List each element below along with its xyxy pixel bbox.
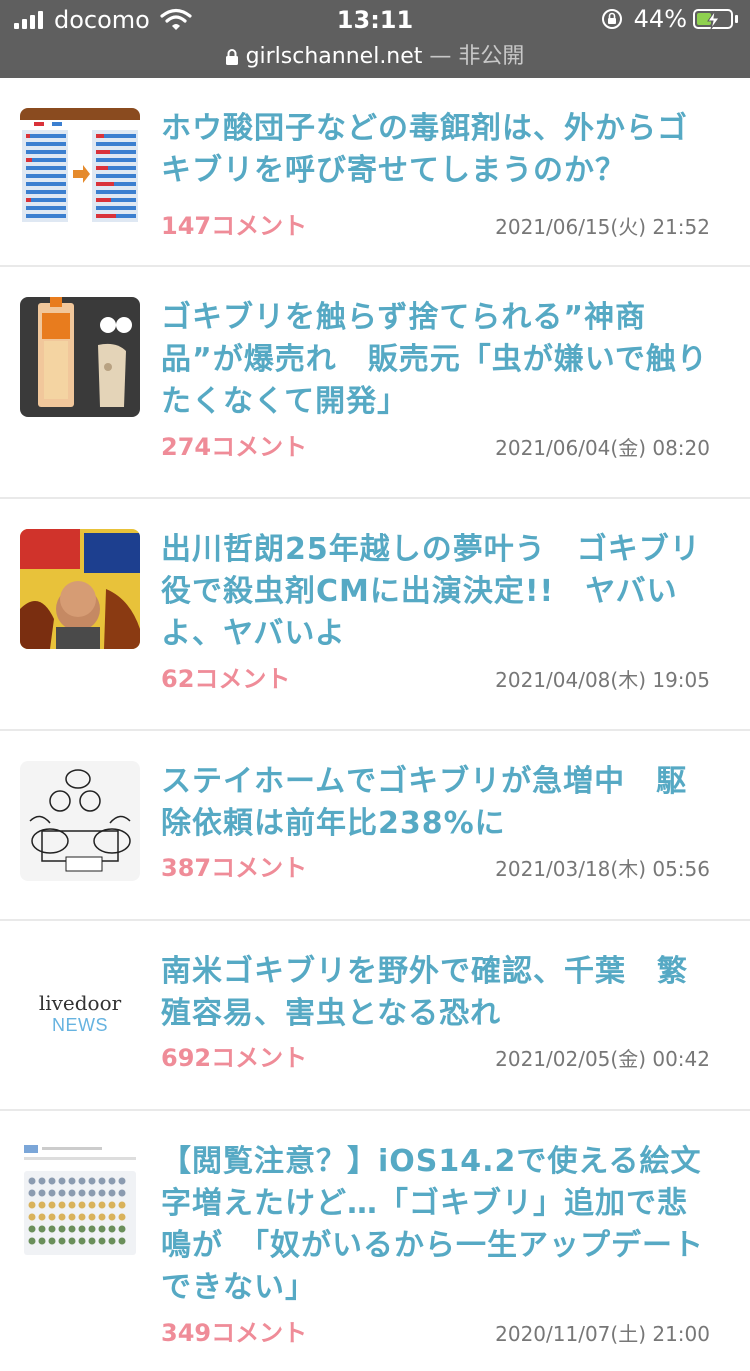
post-date: 2021/06/04(金) 08:20 (495, 436, 710, 460)
comment-count: 62コメント (161, 665, 291, 693)
post-date: 2021/06/15(火) 21:52 (495, 215, 710, 239)
url-bar[interactable]: girlschannel.net — 非公開 (0, 38, 750, 70)
article-item[interactable]: ステイホームでゴキブリが急増中 駆除依頼は前年比238%に 387コメント 20… (0, 731, 750, 921)
comment-count: 147コメント (161, 212, 308, 240)
livedoor-news-logo: livedoor NEWS (20, 951, 140, 1071)
lock-icon (225, 49, 238, 65)
charging-bolt-icon (707, 10, 720, 30)
comment-count: 274コメント (161, 433, 308, 461)
article-item[interactable]: livedoor NEWS 南米ゴキブリを野外で確認、千葉 繁殖容易、害虫となる… (0, 921, 750, 1111)
post-date: 2021/02/05(金) 00:42 (495, 1047, 710, 1071)
status-bar: docomo 13:11 44% girlschannel.net — 非公開 (0, 0, 750, 78)
battery-nub (735, 15, 738, 23)
post-date: 2021/03/18(木) 05:56 (495, 857, 710, 881)
battery-icon (693, 9, 733, 30)
comment-count: 692コメント (161, 1044, 308, 1072)
article-title[interactable]: 出川哲朗25年越しの夢叶う ゴキブリ役で殺虫剤CMに出演決定!! ヤバいよ、ヤバ… (161, 529, 711, 655)
article-list: ホウ酸団子などの毒餌剤は、外からゴキブリを呼び寄せてしまうのか？ 147コメント… (0, 78, 750, 1371)
post-date: 2020/11/07(土) 21:00 (495, 1322, 710, 1346)
private-mode-label: 非公開 (458, 44, 525, 69)
rotation-lock-icon (601, 9, 622, 29)
article-title[interactable]: ゴキブリを触らず捨てられる”神商品”が爆売れ 販売元「虫が嫌いで触りたくなくて開… (161, 297, 711, 423)
article-item[interactable]: ホウ酸団子などの毒餌剤は、外からゴキブリを呼び寄せてしまうのか？ 147コメント… (0, 78, 750, 267)
commercial-poster-thumbnail (20, 529, 140, 649)
comment-count: 387コメント (161, 854, 308, 882)
survey-bar-chart-thumbnail (20, 108, 140, 228)
logo-livedoor-text: livedoor (38, 991, 122, 1015)
article-title[interactable]: ホウ酸団子などの毒餌剤は、外からゴキブリを呼び寄せてしまうのか？ (161, 108, 711, 192)
emoji-grid-thumbnail (20, 1141, 140, 1261)
url-separator: — (422, 44, 459, 69)
article-item[interactable]: ゴキブリを触らず捨てられる”神商品”が爆売れ 販売元「虫が嫌いで触りたくなくて開… (0, 267, 750, 499)
logo-news-text: NEWS (52, 1015, 108, 1035)
article-item[interactable]: 出川哲朗25年越しの夢叶う ゴキブリ役で殺虫剤CMに出演決定!! ヤバいよ、ヤバ… (0, 499, 750, 731)
comment-count: 349コメント (161, 1319, 308, 1347)
status-right: 44% (600, 5, 738, 33)
manga-illustration-thumbnail (20, 761, 140, 881)
url-domain: girlschannel.net (245, 44, 423, 69)
article-title[interactable]: ステイホームでゴキブリが急増中 駆除依頼は前年比238%に (161, 761, 711, 845)
battery-percent: 44% (633, 5, 687, 33)
article-title[interactable]: 南米ゴキブリを野外で確認、千葉 繁殖容易、害虫となる恐れ (161, 951, 711, 1035)
article-item[interactable]: 【閲覧注意？】iOS14.2で使える絵文字増えたけど…「ゴキブリ」追加で悲鳴が … (0, 1111, 750, 1371)
product-photo-thumbnail (20, 297, 140, 417)
article-title[interactable]: 【閲覧注意？】iOS14.2で使える絵文字増えたけど…「ゴキブリ」追加で悲鳴が … (161, 1141, 711, 1309)
post-date: 2021/04/08(木) 19:05 (495, 668, 710, 692)
